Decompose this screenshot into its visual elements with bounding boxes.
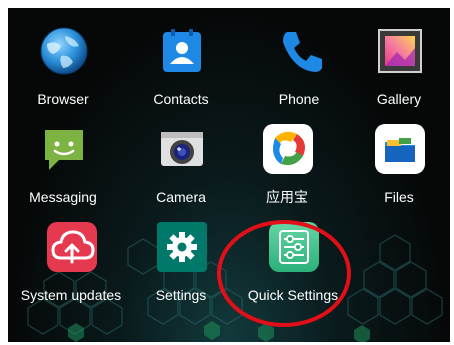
globe-icon — [39, 26, 89, 76]
files-icon — [375, 124, 425, 174]
message-icon — [39, 124, 89, 174]
app-messaging[interactable]: Messaging — [8, 116, 118, 212]
app-label: Quick Settings — [247, 287, 339, 303]
app-files[interactable]: Files — [344, 116, 450, 212]
phone-icon — [275, 26, 325, 76]
app-label: Browser — [37, 91, 89, 107]
app-contacts[interactable]: Contacts — [126, 18, 236, 114]
app-label: Files — [384, 189, 414, 205]
app-camera[interactable]: Camera — [126, 116, 236, 212]
app-label: Settings — [155, 287, 207, 303]
home-screen: Browser Contacts Phone Gallery Messaging… — [8, 8, 450, 342]
app-system-updates[interactable]: System updates — [16, 214, 126, 310]
app-label: Gallery — [376, 91, 422, 107]
app-gallery[interactable]: Gallery — [344, 18, 450, 114]
app-label: Camera — [156, 189, 206, 205]
app-label: System updates — [20, 287, 122, 303]
app-quick-settings[interactable]: Quick Settings — [238, 214, 348, 310]
app-phone[interactable]: Phone — [244, 18, 354, 114]
cloud-upload-icon — [47, 222, 97, 272]
gallery-icon — [375, 26, 425, 76]
app-yingyongbao[interactable]: 应用宝 — [232, 116, 342, 212]
gear-icon — [157, 222, 207, 272]
app-store-icon — [263, 124, 313, 174]
camera-icon — [157, 124, 207, 174]
app-label: Contacts — [153, 91, 209, 107]
app-settings[interactable]: Settings — [126, 214, 236, 310]
app-label: 应用宝 — [266, 189, 308, 205]
app-browser[interactable]: Browser — [8, 18, 118, 114]
sliders-icon — [269, 222, 319, 272]
contacts-icon — [157, 26, 207, 76]
app-label: Phone — [278, 91, 320, 107]
app-label: Messaging — [29, 189, 97, 205]
